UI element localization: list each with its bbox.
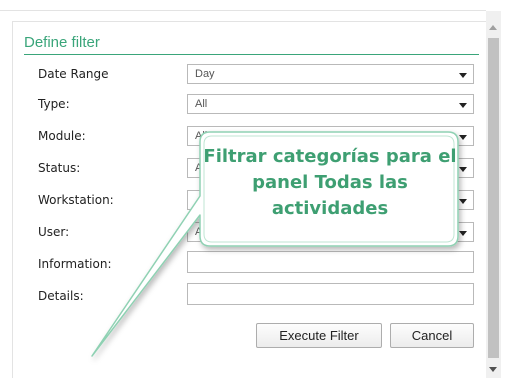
information-label: Information: (38, 257, 112, 271)
section-title: Define filter (24, 34, 100, 51)
date-range-select[interactable]: Day (187, 64, 474, 84)
date-range-label: Date Range (38, 67, 109, 81)
module-value: All (195, 130, 208, 142)
scroll-thumb[interactable] (488, 38, 499, 358)
callout-text: Filtrar categorías para el panel Todas l… (198, 144, 462, 222)
type-value: All (195, 98, 208, 110)
execute-filter-button[interactable]: Execute Filter (256, 323, 382, 348)
user-label: User: (38, 225, 70, 239)
type-select[interactable]: All (187, 94, 474, 114)
scroll-up-icon[interactable] (489, 25, 497, 30)
details-label: Details: (38, 289, 84, 303)
top-divider (0, 10, 486, 11)
callout-line-2: panel Todas las (252, 172, 408, 193)
scroll-down-icon[interactable] (489, 367, 497, 372)
user-value: All (195, 226, 208, 238)
cancel-button[interactable]: Cancel (390, 323, 474, 348)
callout-line-3: actividades (271, 198, 389, 219)
filter-screen: Define filter Date Range Day Type: All M… (0, 0, 506, 378)
chevron-down-icon (459, 103, 467, 108)
workstation-label: Workstation: (38, 193, 114, 207)
chevron-down-icon (459, 73, 467, 78)
information-input[interactable] (187, 251, 474, 273)
user-select[interactable]: All (187, 222, 474, 242)
date-range-value: Day (195, 68, 215, 80)
module-label: Module: (38, 129, 86, 143)
chevron-down-icon (459, 135, 467, 140)
status-label: Status: (38, 161, 81, 175)
section-divider (24, 54, 479, 55)
module-select[interactable]: All (187, 126, 474, 146)
type-label: Type: (38, 97, 70, 111)
vertical-scrollbar[interactable] (486, 11, 501, 378)
chevron-down-icon (459, 231, 467, 236)
details-input[interactable] (187, 283, 474, 305)
callout-line-1: Filtrar categorías para el (203, 146, 457, 167)
